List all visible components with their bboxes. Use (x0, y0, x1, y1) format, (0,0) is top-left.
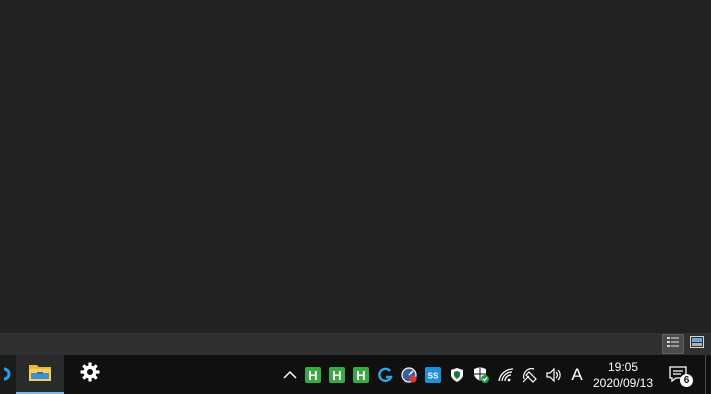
logitech-g-icon[interactable] (376, 366, 394, 384)
h-app-icon[interactable]: H (304, 366, 322, 384)
wifi-icon[interactable] (497, 366, 515, 384)
h-app-icon[interactable]: H (352, 366, 370, 384)
status-bar (0, 333, 711, 355)
speedometer-icon[interactable] (400, 366, 418, 384)
svg-text:H: H (308, 368, 317, 383)
volume-icon[interactable] (545, 366, 563, 384)
svg-text:SS: SS (428, 372, 439, 381)
chevron-up-icon[interactable] (281, 366, 299, 384)
svg-text:H: H (356, 368, 365, 383)
show-desktop-button[interactable] (705, 355, 711, 394)
h-app-icon[interactable]: H (328, 366, 346, 384)
details-view-button[interactable] (662, 334, 684, 354)
large-icons-view-icon (690, 335, 704, 353)
satellite-icon[interactable] (521, 366, 539, 384)
taskbar: H H H SS A 19:05 2020/09/13 6 (0, 355, 711, 394)
clock[interactable]: 19:05 2020/09/13 (588, 359, 658, 391)
content-area (0, 0, 711, 333)
security-shield-check-icon[interactable] (472, 366, 490, 384)
folder-icon (28, 362, 52, 387)
details-view-icon (666, 335, 680, 354)
defender-shield-icon[interactable] (448, 366, 466, 384)
svg-text:H: H (332, 368, 341, 383)
ss-app-icon[interactable]: SS (424, 366, 442, 384)
clock-time: 19:05 (607, 360, 639, 374)
large-icons-view-button[interactable] (686, 334, 708, 354)
taskbar-settings[interactable] (66, 355, 114, 394)
notification-icon: 6 (669, 365, 693, 387)
taskbar-app-partial[interactable] (0, 355, 16, 394)
ime-mode-indicator[interactable]: A (568, 365, 586, 385)
app-icon (0, 362, 12, 387)
gear-icon (80, 362, 100, 387)
notification-count-badge: 6 (680, 374, 693, 387)
taskbar-file-explorer[interactable] (16, 355, 64, 394)
action-center-button[interactable]: 6 (669, 365, 693, 387)
clock-date: 2020/09/13 (592, 376, 654, 390)
